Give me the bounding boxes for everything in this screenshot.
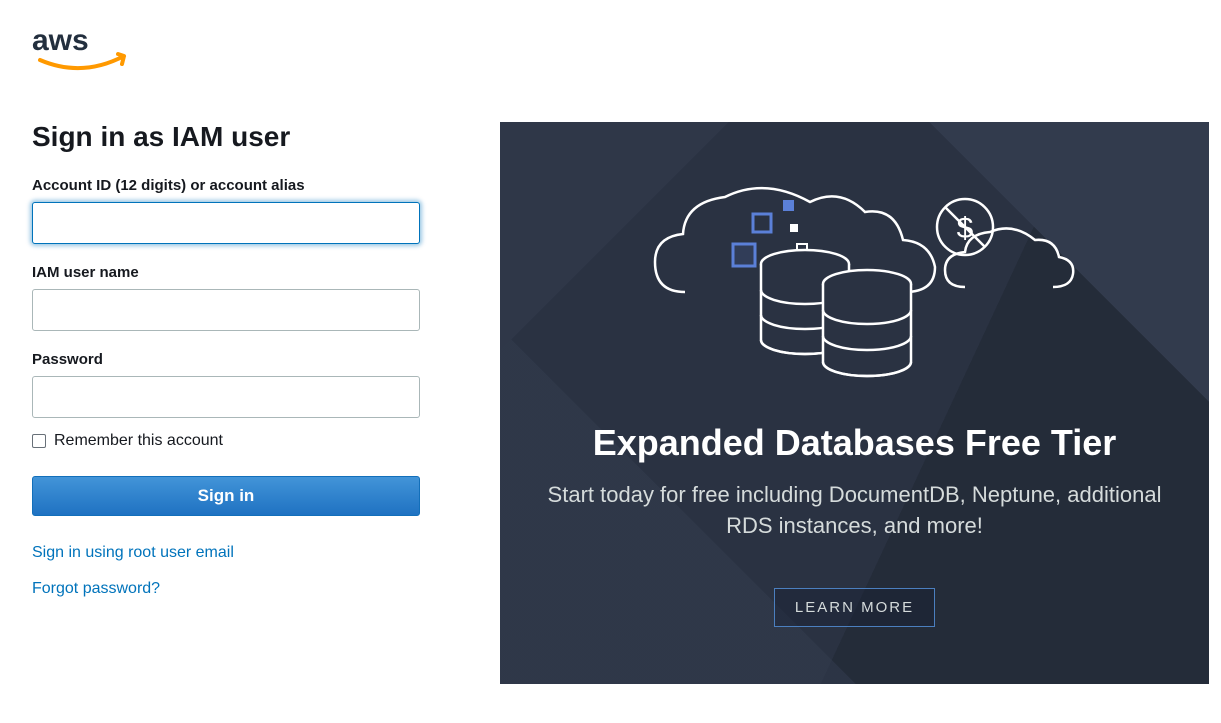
root-user-signin-link[interactable]: Sign in using root user email [32,544,452,562]
forgot-password-link[interactable]: Forgot password? [32,580,452,598]
database-cloud-illustration-icon: $ [635,152,1075,382]
signin-button[interactable]: Sign in [32,476,420,516]
promo-banner: $ [500,122,1209,684]
svg-text:aws: aws [32,24,89,57]
remember-account-label[interactable]: Remember this account [54,432,223,450]
banner-title: Expanded Databases Free Tier [530,422,1179,464]
account-id-label: Account ID (12 digits) or account alias [32,177,452,194]
learn-more-button[interactable]: LEARN MORE [774,588,935,627]
aws-logo: aws [32,20,132,85]
password-label: Password [32,351,452,368]
page-title: Sign in as IAM user [32,121,452,153]
banner-description: Start today for free including DocumentD… [530,480,1179,542]
remember-account-checkbox[interactable] [32,434,46,448]
username-label: IAM user name [32,264,452,281]
password-input[interactable] [32,376,420,418]
username-input[interactable] [32,289,420,331]
account-id-input[interactable] [32,202,420,244]
